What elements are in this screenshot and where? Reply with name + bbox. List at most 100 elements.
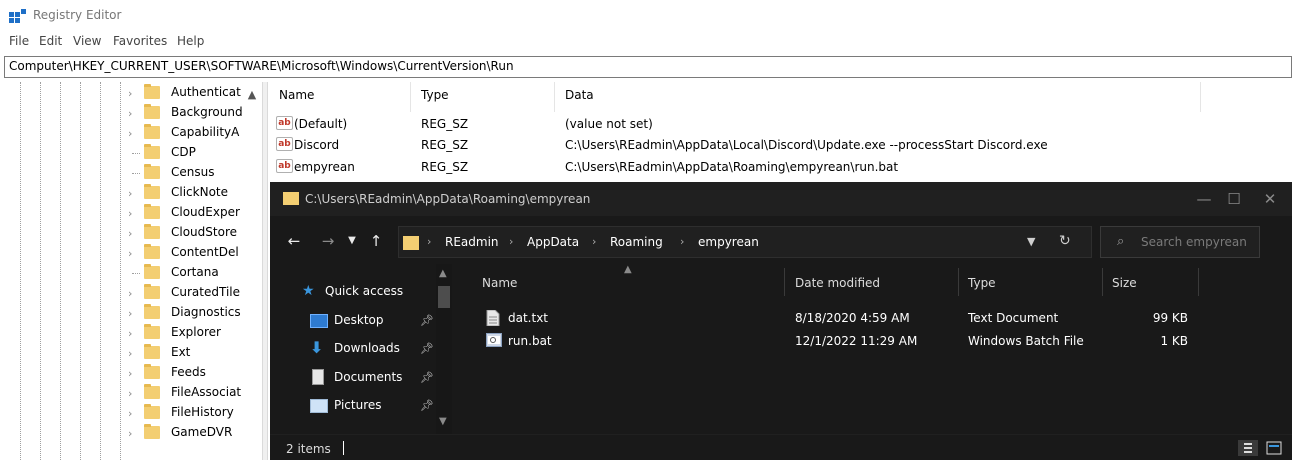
expand-chevron-icon[interactable]: › bbox=[128, 247, 140, 260]
expand-chevron-icon[interactable]: › bbox=[128, 367, 140, 380]
expand-chevron-icon[interactable]: › bbox=[128, 107, 140, 120]
column-separator[interactable] bbox=[410, 82, 411, 112]
breadcrumb-chevron-icon[interactable]: › bbox=[509, 235, 513, 248]
expand-chevron-icon[interactable]: › bbox=[128, 387, 140, 400]
nav-item-desktop[interactable]: Desktop 📌︎ bbox=[270, 307, 434, 335]
registry-tree-key[interactable]: › CloudStore bbox=[128, 223, 262, 243]
navigation-scrollbar[interactable]: ▲ ▼ bbox=[436, 264, 452, 434]
expand-chevron-icon[interactable]: › bbox=[128, 207, 140, 220]
registry-tree-key[interactable]: › ContentDel bbox=[128, 243, 262, 263]
nav-item-pictures[interactable]: Pictures 📌︎ bbox=[270, 392, 434, 420]
file-name: run.bat bbox=[508, 334, 552, 348]
scroll-up-chevron-icon[interactable]: ▲ bbox=[439, 268, 447, 279]
column-header-name[interactable]: Name bbox=[482, 276, 517, 290]
up-arrow-icon[interactable]: ↑ bbox=[366, 231, 386, 251]
explorer-title-bar[interactable]: C:\Users\REadmin\AppData\Roaming\empyrea… bbox=[270, 182, 1292, 216]
registry-tree-key[interactable]: › CuratedTile bbox=[128, 283, 262, 303]
address-dropdown-chevron-icon[interactable]: ▼ bbox=[1027, 235, 1035, 248]
breadcrumb-empyrean[interactable]: empyrean bbox=[698, 235, 759, 249]
column-header-type[interactable]: Type bbox=[421, 88, 449, 102]
large-icons-view-icon[interactable] bbox=[1264, 440, 1284, 456]
breadcrumb-chevron-icon[interactable]: › bbox=[427, 235, 431, 248]
registry-tree-key[interactable]: › Background bbox=[128, 103, 262, 123]
expand-chevron-icon[interactable]: › bbox=[128, 347, 140, 360]
column-separator[interactable] bbox=[1102, 268, 1103, 296]
registry-tree-key[interactable]: Cortana bbox=[128, 263, 262, 283]
file-row[interactable]: dat.txt 8/18/2020 4:59 AM Text Document … bbox=[456, 307, 1292, 329]
registry-tree-key[interactable]: › Authenticat bbox=[128, 83, 262, 103]
string-value-icon: ab bbox=[276, 137, 293, 151]
breadcrumb-readmin[interactable]: REadmin bbox=[445, 235, 499, 249]
menu-edit[interactable]: Edit bbox=[39, 34, 62, 48]
batch-file-icon bbox=[486, 333, 502, 347]
menu-view[interactable]: View bbox=[73, 34, 101, 48]
tree-key-label: CapabilityA bbox=[171, 125, 240, 139]
navigation-pane: ★ Quick access Desktop 📌︎ ⬇ Downloads 📌︎… bbox=[270, 264, 452, 434]
back-arrow-icon[interactable]: ← bbox=[284, 231, 304, 251]
column-separator[interactable] bbox=[1200, 82, 1201, 112]
explorer-address-bar[interactable]: › REadmin › AppData › Roaming › empyrean… bbox=[398, 226, 1092, 258]
registry-value-row[interactable]: ab (Default) REG_SZ (value not set) bbox=[268, 114, 1292, 134]
download-icon: ⬇ bbox=[310, 338, 324, 357]
registry-tree-key[interactable]: Census bbox=[128, 163, 262, 183]
registry-tree-key[interactable]: › Feeds bbox=[128, 363, 262, 383]
column-header-size[interactable]: Size bbox=[1112, 276, 1137, 290]
registry-address-bar[interactable]: Computer\HKEY_CURRENT_USER\SOFTWARE\Micr… bbox=[4, 56, 1292, 78]
registry-tree-key[interactable]: › Ext bbox=[128, 343, 262, 363]
tree-key-label: CDP bbox=[171, 145, 196, 159]
registry-key-tree[interactable]: › Authenticat › Background › CapabilityA CDP Ce… bbox=[0, 82, 262, 460]
menu-file[interactable]: File bbox=[9, 34, 29, 48]
close-button[interactable]: ✕ bbox=[1250, 186, 1290, 212]
forward-arrow-icon[interactable]: → bbox=[318, 231, 338, 251]
column-separator[interactable] bbox=[958, 268, 959, 296]
scrollbar-thumb[interactable] bbox=[438, 286, 450, 308]
registry-tree-key[interactable]: › GameDVR bbox=[128, 423, 262, 443]
expand-chevron-icon[interactable]: › bbox=[128, 187, 140, 200]
maximize-button[interactable]: ☐ bbox=[1214, 186, 1254, 212]
registry-value-row[interactable]: ab empyrean REG_SZ C:\Users\REadmin\AppD… bbox=[268, 157, 1292, 177]
column-header-name[interactable]: Name bbox=[279, 88, 314, 102]
breadcrumb-chevron-icon[interactable]: › bbox=[680, 235, 684, 248]
registry-tree-key[interactable]: › Explorer bbox=[128, 323, 262, 343]
breadcrumb-chevron-icon[interactable]: › bbox=[592, 235, 596, 248]
breadcrumb-appdata[interactable]: AppData bbox=[527, 235, 579, 249]
expand-chevron-icon[interactable]: › bbox=[128, 227, 140, 240]
tree-scroll-up-icon[interactable]: ▲ bbox=[244, 88, 260, 108]
registry-tree-key[interactable]: › FileAssociat bbox=[128, 383, 262, 403]
value-data: C:\Users\REadmin\AppData\Roaming\empyrea… bbox=[565, 160, 899, 174]
file-row[interactable]: run.bat 12/1/2022 11:29 AM Windows Batch… bbox=[456, 330, 1292, 352]
column-separator[interactable] bbox=[784, 268, 785, 296]
column-header-data[interactable]: Data bbox=[565, 88, 594, 102]
breadcrumb-roaming[interactable]: Roaming bbox=[610, 235, 663, 249]
refresh-icon[interactable]: ↻ bbox=[1059, 233, 1071, 249]
expand-chevron-icon[interactable]: › bbox=[128, 87, 140, 100]
pictures-icon bbox=[310, 399, 328, 413]
expand-chevron-icon[interactable]: › bbox=[128, 327, 140, 340]
registry-tree-key[interactable]: › FileHistory bbox=[128, 403, 262, 423]
scroll-down-chevron-icon[interactable]: ▼ bbox=[439, 416, 447, 427]
expand-chevron-icon[interactable]: › bbox=[128, 427, 140, 440]
explorer-search-box[interactable]: ⌕ Search empyrean bbox=[1100, 226, 1260, 258]
column-separator[interactable] bbox=[554, 82, 555, 112]
column-header-date-modified[interactable]: Date modified bbox=[795, 276, 880, 290]
menu-help[interactable]: Help bbox=[177, 34, 204, 48]
recent-locations-chevron-icon[interactable]: ▼ bbox=[342, 231, 362, 251]
registry-value-row[interactable]: ab Discord REG_SZ C:\Users\REadmin\AppDa… bbox=[268, 135, 1292, 155]
registry-tree-key[interactable]: › ClickNote bbox=[128, 183, 262, 203]
expand-chevron-icon[interactable]: › bbox=[128, 127, 140, 140]
registry-tree-key[interactable]: › Diagnostics bbox=[128, 303, 262, 323]
registry-tree-key[interactable]: › CloudExper bbox=[128, 203, 262, 223]
nav-item-documents[interactable]: Documents 📌︎ bbox=[270, 364, 434, 392]
menu-favorites[interactable]: Favorites bbox=[113, 34, 167, 48]
column-header-type[interactable]: Type bbox=[968, 276, 996, 290]
registry-tree-key[interactable]: CDP bbox=[128, 143, 262, 163]
column-separator[interactable] bbox=[1198, 268, 1199, 296]
nav-item-downloads[interactable]: ⬇ Downloads 📌︎ bbox=[270, 335, 434, 363]
tree-connector bbox=[132, 273, 140, 274]
expand-chevron-icon[interactable]: › bbox=[128, 407, 140, 420]
expand-chevron-icon[interactable]: › bbox=[128, 287, 140, 300]
registry-tree-key[interactable]: › CapabilityA bbox=[128, 123, 262, 143]
expand-chevron-icon[interactable]: › bbox=[128, 307, 140, 320]
nav-item-quick-access[interactable]: ★ Quick access bbox=[270, 278, 432, 306]
details-view-icon[interactable] bbox=[1238, 440, 1258, 456]
